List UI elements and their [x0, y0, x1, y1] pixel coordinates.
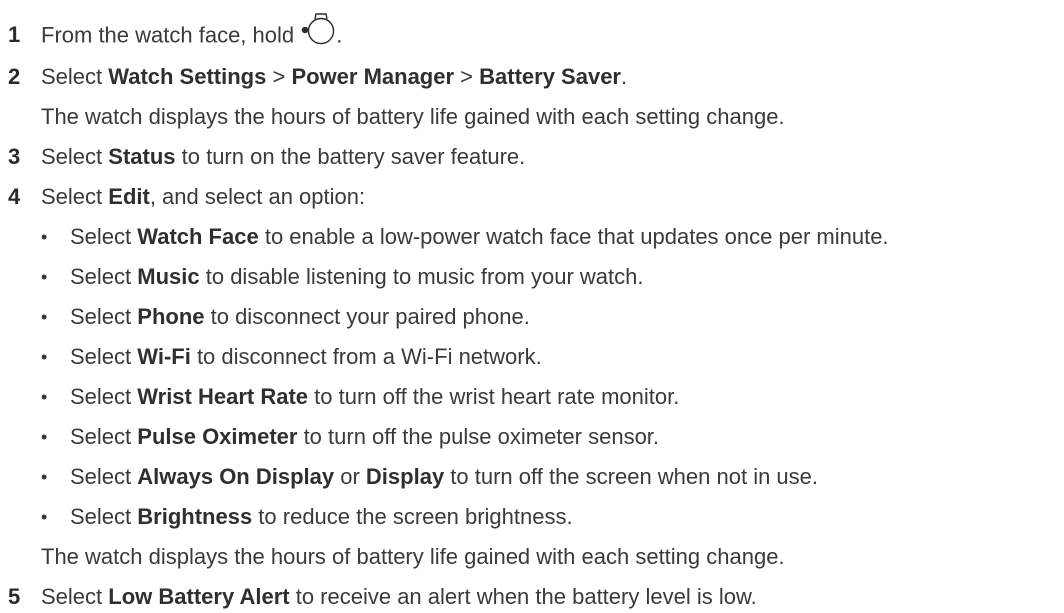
option-label: Music	[137, 264, 200, 289]
step-2-note: The watch displays the hours of battery …	[41, 104, 785, 129]
bullet-icon: •	[41, 387, 48, 407]
option-label: Pulse Oximeter	[137, 424, 298, 449]
menu-watch-settings: Watch Settings	[108, 64, 267, 89]
step-number: 4	[8, 184, 21, 209]
menu-low-battery-alert: Low Battery Alert	[108, 584, 290, 609]
menu-status: Status	[108, 144, 176, 169]
bullet-icon: •	[41, 347, 48, 367]
step-text: Select	[41, 584, 109, 609]
bullet-icon: •	[41, 507, 48, 527]
step-number: 2	[8, 64, 21, 89]
step-4: 4 Select Edit, and select an option:	[8, 183, 365, 211]
option-label: Phone	[137, 304, 205, 329]
step-text-end: .	[621, 64, 628, 89]
step-text: Select	[41, 144, 109, 169]
step-3: 3 Select Status to turn on the battery sa…	[8, 143, 525, 171]
option-brightness: • Select Brightness to reduce the screen …	[41, 504, 573, 529]
step-number: 5	[8, 584, 21, 609]
step-1: 1 From the watch face, hold .	[8, 12, 343, 58]
option-pulse-oximeter: • Select Pulse Oximeter to turn off the p…	[41, 424, 660, 449]
step-text-end: to receive an alert when the battery lev…	[289, 584, 757, 609]
option-phone: • Select Phone to disconnect your paired …	[41, 304, 530, 329]
bullet-icon: •	[41, 467, 48, 487]
option-label: Wi-Fi	[137, 344, 191, 369]
step-text: Select	[41, 64, 109, 89]
step-text: Select	[41, 184, 109, 209]
option-label: Wrist Heart Rate	[137, 384, 309, 409]
step-4-note: The watch displays the hours of battery …	[41, 544, 785, 569]
bullet-icon: •	[41, 227, 48, 247]
menu-battery-saver: Battery Saver	[479, 64, 621, 89]
step-text: From the watch face, hold	[41, 22, 301, 48]
step-text-end: to turn on the battery saver feature.	[175, 144, 526, 169]
bullet-icon: •	[41, 307, 48, 327]
option-label: Always On Display	[137, 464, 335, 489]
option-label: Brightness	[137, 504, 253, 529]
option-wifi: • Select Wi-Fi to disconnect from a Wi-Fi…	[41, 344, 542, 369]
separator: >	[266, 64, 292, 89]
step-text-end: , and select an option:	[149, 184, 366, 209]
menu-edit: Edit	[108, 184, 150, 209]
step-2: 2 Select Watch Settings > Power Manager >…	[8, 63, 627, 91]
option-display: • Select Always On Display or Display to …	[41, 464, 819, 489]
bullet-icon: •	[41, 427, 48, 447]
bullet-icon: •	[41, 267, 48, 287]
step-number: 1	[8, 22, 21, 48]
menu-power-manager: Power Manager	[291, 64, 455, 89]
option-label: Watch Face	[137, 224, 259, 249]
separator: >	[454, 64, 480, 89]
option-watch-face: • Select Watch Face to enable a low-power…	[41, 224, 889, 249]
watch-button-icon	[300, 12, 336, 55]
option-wrist-heart-rate: • Select Wrist Heart Rate to turn off the…	[41, 384, 680, 409]
step-number: 3	[8, 144, 21, 169]
option-label-alt: Display	[365, 464, 445, 489]
step-5: 5 Select Low Battery Alert to receive an …	[8, 583, 757, 611]
step-text-end: .	[336, 22, 343, 48]
option-music: • Select Music to disable listening to mu…	[41, 264, 644, 289]
